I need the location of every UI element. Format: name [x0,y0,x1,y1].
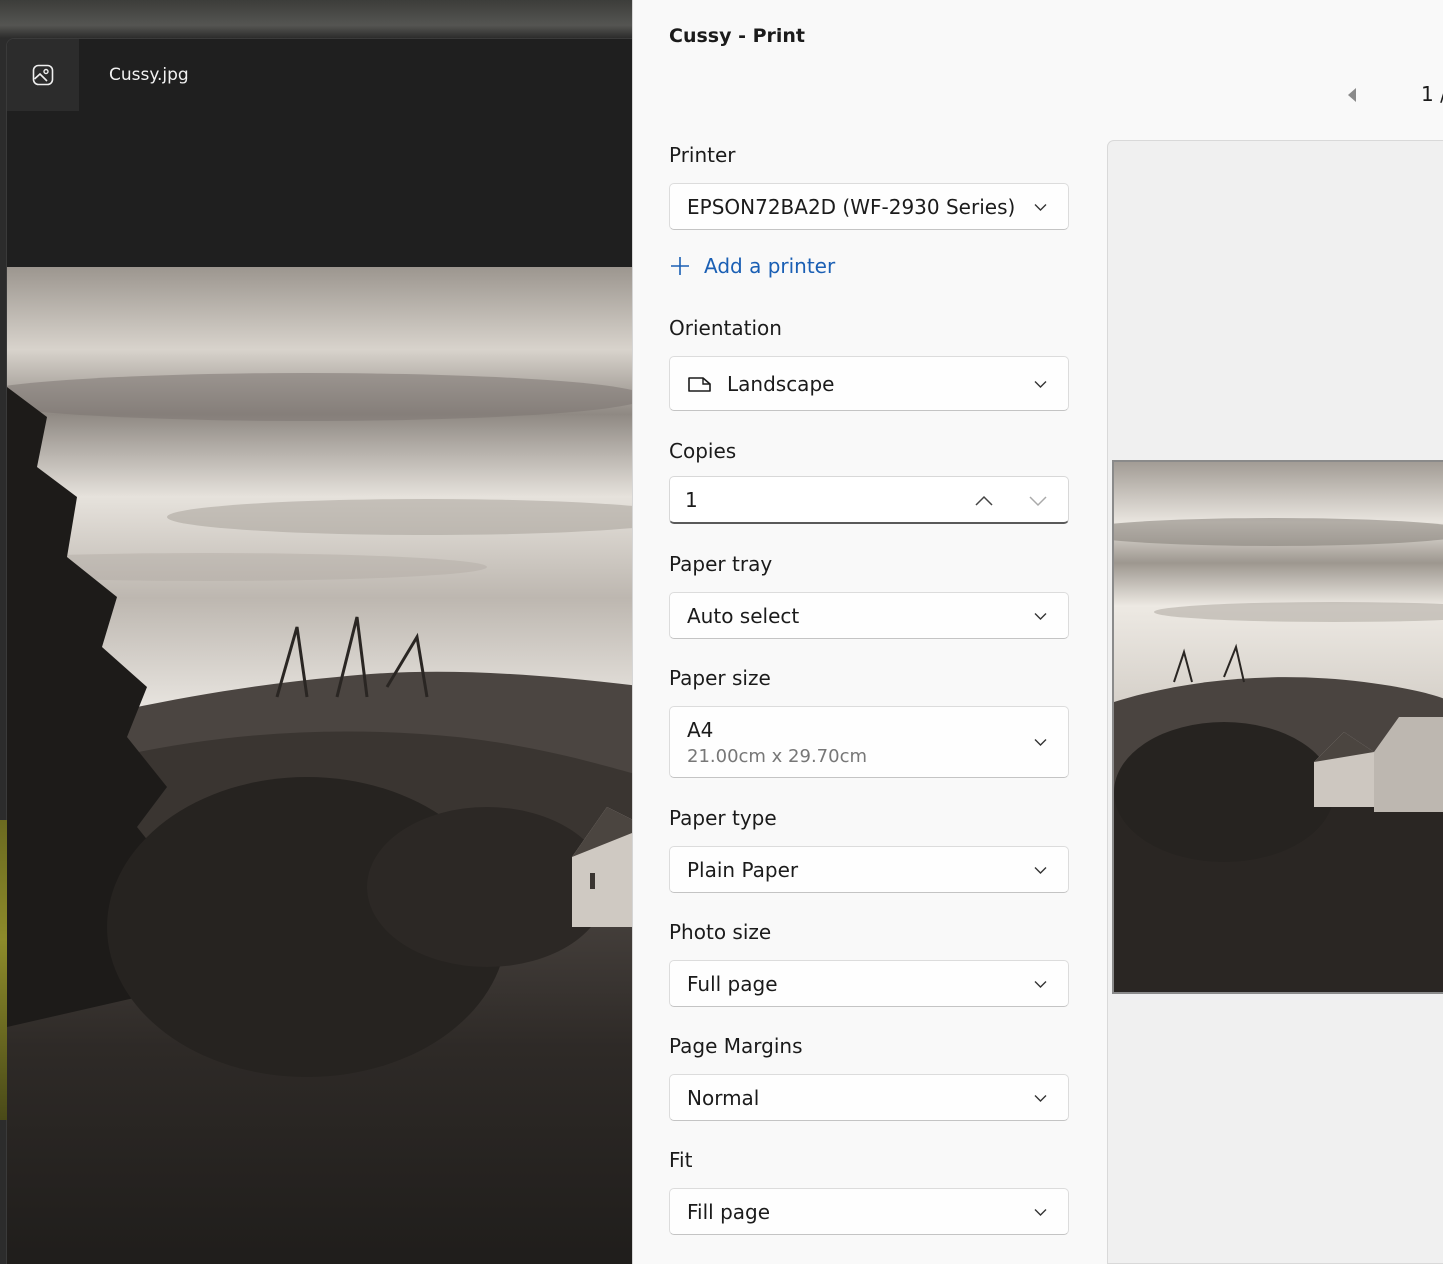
paper-type-label: Paper type [669,806,777,830]
paper-type-dropdown[interactable]: Plain Paper [669,846,1069,893]
chevron-down-icon [1034,739,1047,746]
orientation-value: Landscape [727,371,835,396]
copies-decrement-button[interactable] [1020,485,1056,517]
paper-type-value: Plain Paper [687,857,799,882]
desktop-background-edge [0,820,7,1120]
page-navigator: 1 / [1333,80,1443,110]
paper-tray-value: Auto select [687,603,800,628]
paper-tray-dropdown[interactable]: Auto select [669,592,1069,639]
copies-number-box[interactable]: 1 [669,476,1069,524]
dialog-title: Cussy - Print [669,25,806,47]
copies-increment-button[interactable] [966,485,1002,517]
add-printer-label: Add a printer [704,254,836,278]
fit-dropdown[interactable]: Fill page [669,1188,1069,1235]
image-app-icon[interactable] [7,39,79,111]
paper-size-dropdown[interactable]: A4 21.00cm x 29.70cm [669,706,1069,778]
printer-label: Printer [669,143,736,167]
photo-display [7,267,632,1264]
viewer-titlebar: Cussy.jpg [7,39,632,111]
printer-value: EPSON72BA2D (WF-2930 Series) [687,194,1016,219]
chevron-down-icon [1034,380,1047,388]
printer-dropdown[interactable]: EPSON72BA2D (WF-2930 Series) [669,183,1069,230]
chevron-down-icon [1034,1094,1047,1102]
chevron-down-icon [1034,203,1047,211]
photo-viewer-app: Cussy.jpg [0,0,632,1264]
add-printer-link[interactable]: Add a printer [669,250,835,282]
chevron-down-icon [1034,866,1047,874]
plus-icon [671,257,689,275]
file-name: Cussy.jpg [109,65,189,85]
chevron-up-icon [975,495,993,506]
photo-viewer-window: Cussy.jpg [6,38,632,1264]
copies-value: 1 [685,487,698,512]
copies-label: Copies [669,439,737,463]
landscape-page-icon [688,376,711,392]
page-margins-value: Normal [687,1085,760,1110]
paper-size-detail: 21.00cm x 29.70cm [687,745,868,767]
prev-page-icon[interactable] [1343,84,1361,106]
paper-size-label: Paper size [669,666,771,690]
page-margins-label: Page Margins [669,1034,803,1058]
chevron-down-icon [1034,980,1047,988]
chevron-down-icon [1034,612,1047,620]
orientation-dropdown[interactable]: Landscape [669,356,1069,411]
print-preview-pane [1107,140,1443,1264]
photo-size-dropdown[interactable]: Full page [669,960,1069,1007]
print-preview-page [1112,460,1443,994]
page-indicator: 1 / [1421,82,1443,106]
fit-label: Fit [669,1148,693,1172]
photo-size-value: Full page [687,971,778,996]
orientation-label: Orientation [669,316,782,340]
page-margins-dropdown[interactable]: Normal [669,1074,1069,1121]
chevron-down-icon [1029,496,1047,507]
chevron-down-icon [1034,1208,1047,1216]
print-dialog: Cussy - Print Printer EPSON72BA2D (WF-29… [632,0,1443,1264]
paper-size-value: A4 [687,717,714,742]
paper-tray-label: Paper tray [669,552,773,576]
photo-size-label: Photo size [669,920,772,944]
fit-value: Fill page [687,1199,771,1224]
